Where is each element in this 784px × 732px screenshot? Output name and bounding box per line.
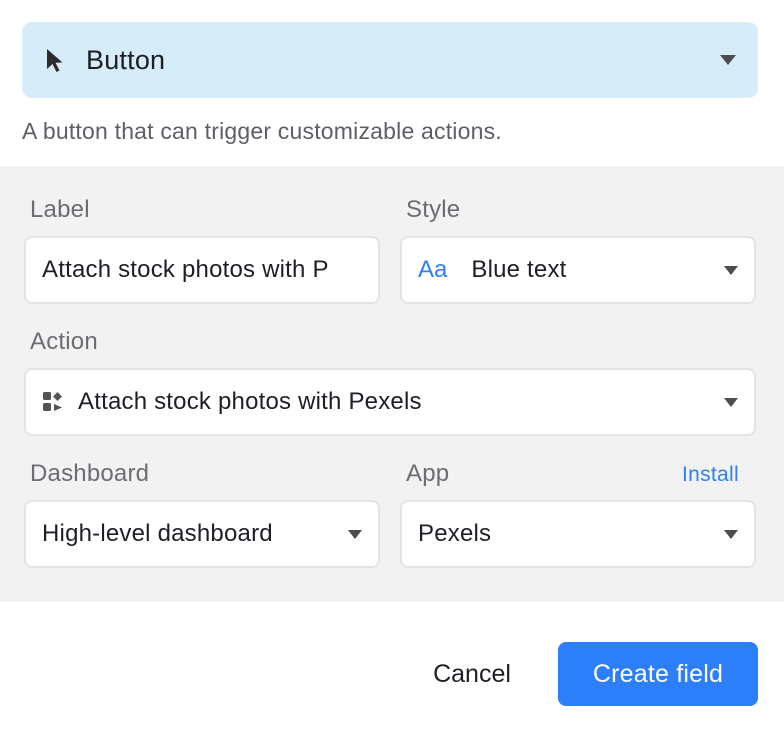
app-select-value: Pexels	[418, 520, 492, 547]
field-type-description: A button that can trigger customizable a…	[22, 118, 502, 144]
chevron-down-icon	[348, 529, 362, 539]
button-options-panel: Label Style Aa Blue text Action Attach s…	[0, 166, 784, 602]
label-field-label: Label	[30, 196, 90, 223]
apps-icon	[42, 391, 64, 413]
app-select[interactable]: Pexels	[400, 500, 756, 568]
cursor-arrow-icon	[44, 47, 66, 73]
chevron-down-icon	[724, 397, 738, 407]
install-link[interactable]: Install	[682, 463, 739, 487]
dashboard-select-value: High-level dashboard	[42, 520, 273, 547]
action-select-value: Attach stock photos with Pexels	[78, 388, 422, 415]
dashboard-select[interactable]: High-level dashboard	[24, 500, 380, 568]
style-select-value: Blue text	[471, 256, 567, 283]
dashboard-field-label: Dashboard	[30, 460, 150, 487]
label-input[interactable]	[42, 256, 362, 284]
create-field-button[interactable]: Create field	[558, 642, 758, 706]
field-type-select[interactable]: Button	[22, 22, 758, 98]
chevron-down-icon	[724, 529, 738, 539]
style-field-label: Style	[406, 196, 461, 223]
action-field-label: Action	[30, 328, 98, 355]
action-select[interactable]: Attach stock photos with Pexels	[24, 368, 756, 436]
label-input-box[interactable]	[24, 236, 380, 304]
style-select[interactable]: Aa Blue text	[400, 236, 756, 304]
app-field-label: App	[406, 460, 450, 487]
chevron-down-icon	[720, 55, 736, 65]
field-type-label: Button	[86, 44, 166, 75]
text-style-icon: Aa	[418, 256, 448, 283]
create-field-dialog: Button A button that can trigger customi…	[0, 0, 784, 732]
cancel-button[interactable]: Cancel	[410, 642, 534, 706]
chevron-down-icon	[724, 265, 738, 275]
